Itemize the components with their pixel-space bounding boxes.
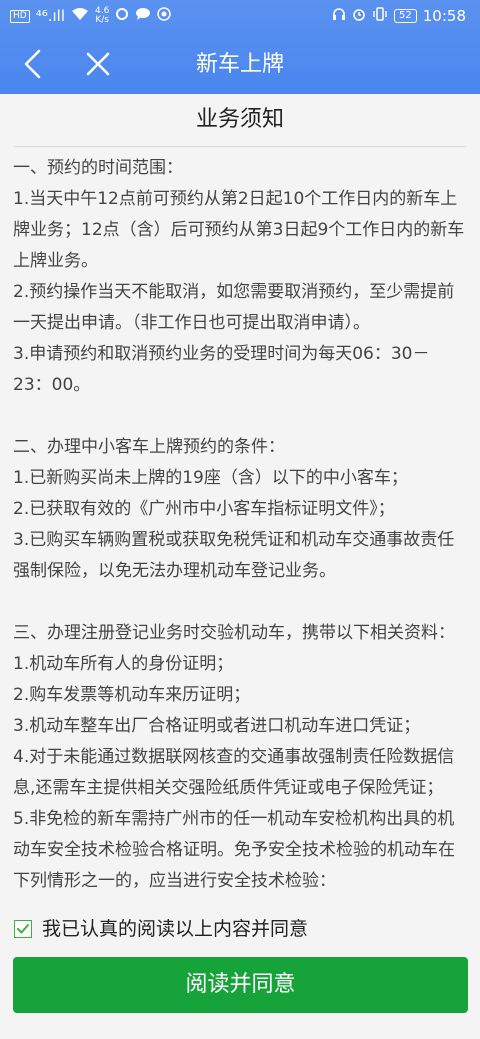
chat-bubble-icon bbox=[135, 7, 151, 25]
alarm-icon bbox=[352, 7, 366, 25]
section-heading: 二、办理中小客车上牌预约的条件： bbox=[13, 437, 285, 457]
notice-item: 1.当天中午12点前可预约从第2日起10个工作日内的新车上牌业务；12点（含）后… bbox=[13, 189, 465, 271]
notice-item: 2.已获取有效的《广州市中小客车指标证明文件》； bbox=[13, 499, 395, 519]
wifi-icon bbox=[71, 7, 89, 25]
notice-scroll-area[interactable]: 业务须知 一、预约的时间范围： 1.当天中午12点前可预约从第2日起10个工作日… bbox=[0, 94, 480, 904]
clock: 10:58 bbox=[422, 7, 466, 25]
network-speed: 4.6 K/s bbox=[95, 7, 109, 25]
notice-item: 1.已新购买尚未上牌的19座（含）以下的中小客车； bbox=[13, 468, 408, 488]
nav-bar: 新车上牌 bbox=[0, 32, 480, 94]
notice-item: 5.非免检的新车需持广州市的任一机动车安检机构出具的机动车安全技术检验合格证明。… bbox=[13, 809, 455, 891]
scroll-fade bbox=[0, 890, 480, 904]
notice-title: 业务须知 bbox=[14, 94, 466, 147]
agree-row[interactable]: 我已认真的阅读以上内容并同意 bbox=[0, 904, 480, 950]
notice-body: 一、预约的时间范围： 1.当天中午12点前可预约从第2日起10个工作日内的新车上… bbox=[0, 147, 480, 897]
agree-label[interactable]: 我已认真的阅读以上内容并同意 bbox=[42, 914, 308, 941]
status-bar: HD ⁴⁶.ıll 4.6 K/s 52 10:58 bbox=[0, 0, 480, 32]
battery-icon: 52 bbox=[394, 9, 417, 23]
agree-checkbox[interactable] bbox=[14, 920, 32, 938]
signal-icon: ⁴⁶.ıll bbox=[35, 7, 65, 25]
section-heading: 一、预约的时间范围： bbox=[13, 158, 183, 178]
vibrate-icon bbox=[372, 7, 388, 25]
app-header: HD ⁴⁶.ıll 4.6 K/s 52 10:58 新车上牌 bbox=[0, 0, 480, 94]
notice-item: 3.已购买车辆购置税或获取免税凭证和机动车交通事故责任强制保险，以免无法办理机动… bbox=[13, 530, 455, 581]
notice-item: 3.申请预约和取消预约业务的受理时间为每天06：30－23：00。 bbox=[13, 344, 430, 395]
app-notification-icon bbox=[115, 7, 129, 25]
hd-indicator: HD bbox=[10, 9, 30, 23]
notice-item: 4.对于未能通过数据联网核查的交通事故强制责任险数据信息,还需车主提供相关交强险… bbox=[13, 747, 455, 798]
read-and-agree-button[interactable]: 阅读并同意 bbox=[13, 957, 468, 1013]
checkmark-icon bbox=[17, 924, 29, 934]
notice-item: 1.机动车所有人的身份证明； bbox=[13, 654, 234, 674]
notice-item: 3.机动车整车出厂合格证明或者进口机动车进口凭证； bbox=[13, 716, 421, 736]
section-heading: 三、办理注册登记业务时交验机动车，携带以下相关资料： bbox=[13, 623, 455, 643]
camera-app-icon bbox=[157, 7, 172, 25]
notice-item: 2.购车发票等机动车来历证明； bbox=[13, 685, 251, 705]
headset-icon bbox=[332, 7, 346, 25]
notice-item: 2.预约操作当天不能取消，如您需要取消预约，至少需提前一天提出申请。（非工作日也… bbox=[13, 282, 455, 333]
network-speed-unit: K/s bbox=[95, 15, 109, 25]
page-title: 新车上牌 bbox=[195, 52, 284, 77]
